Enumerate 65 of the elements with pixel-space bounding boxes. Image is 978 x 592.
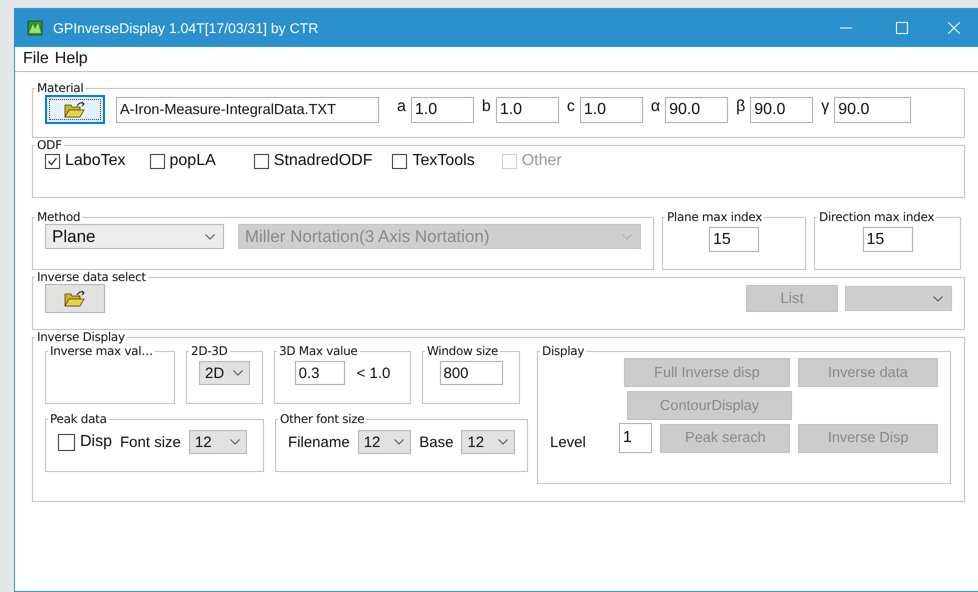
caret-icon [233,370,243,376]
filename-field[interactable]: A-Iron-Measure-IntegralData.TXT [116,96,379,122]
dropdown[interactable]: 12 [358,430,412,454]
group-label: Inverse data select [36,270,147,284]
checkbox[interactable]: LaboTex [45,152,126,170]
menu-item[interactable]: Help [52,50,91,68]
checkbox[interactable]: Disp [58,433,112,451]
group-label: Direction max index [818,210,936,224]
group-label: Window size [426,344,500,358]
dropdown[interactable]: 12 [461,430,515,454]
close-icon [948,22,960,34]
font-size-label: Font size [120,434,181,450]
caret-icon [933,296,943,302]
group-label: Method [36,210,82,224]
font-size-label: Base [419,434,454,450]
group-label: Inverse Display [36,330,126,344]
group-label: Material [36,81,84,95]
dropdown[interactable]: Plane [45,224,224,249]
caret-icon [230,439,240,445]
caret-icon [498,439,508,445]
parameter-label: a [397,98,406,116]
checkbox[interactable]: StnadredODF [254,152,372,170]
checkbox[interactable]: popLA [150,152,216,170]
open-file-button[interactable] [45,284,105,313]
parameter-label: α [650,98,660,116]
parameter-label: b [482,98,491,116]
open-file-button[interactable] [45,95,105,124]
level-field[interactable]: 1 [618,423,652,453]
group-label: Inverse max val… [49,344,154,358]
folder-icon [64,290,86,308]
parameter-field[interactable]: 90.0 [834,96,912,122]
group-label: 2D-3D [190,344,229,358]
maximize-icon [896,22,908,34]
caret-icon [204,234,215,240]
font-size-label: Filename [288,434,350,450]
app-icon [27,20,43,36]
parameter-field[interactable]: 1.0 [496,96,559,122]
parameter-field[interactable]: 90.0 [750,96,814,122]
group-label: 3D Max value [278,344,358,358]
group-label: Display [541,344,586,358]
parameter-field[interactable]: 1.0 [580,96,643,122]
parameter-label: β [736,98,746,116]
max-value-field[interactable]: 0.3 [294,361,345,385]
caret-icon [622,234,632,240]
window-title: GPInverseDisplay 1.04T[17/03/31] by CTR [53,20,318,36]
parameter-field[interactable]: 1.0 [410,96,474,122]
group-label: Other font size [279,412,366,426]
limit-label: < 1.0 [356,364,390,382]
menu-item[interactable]: File [20,50,52,68]
dropdown[interactable]: 2D [199,361,250,385]
index-field[interactable]: 15 [709,227,759,252]
group-label: Peak data [49,412,108,426]
group-label: Plane max index [666,210,764,224]
parameter-label: γ [821,98,830,116]
dropdown[interactable]: 12 [188,430,247,454]
index-field[interactable]: 15 [862,227,912,252]
parameter-field[interactable]: 90.0 [665,96,728,122]
folder-icon [64,100,86,118]
checkbox[interactable]: TexTools [392,152,475,170]
caret-icon [394,439,404,445]
parameter-label: c [566,98,575,116]
group-label: ODF [36,138,63,152]
check-icon [47,156,58,166]
level-label: Level [550,432,587,450]
window-size-field[interactable]: 800 [440,361,502,385]
